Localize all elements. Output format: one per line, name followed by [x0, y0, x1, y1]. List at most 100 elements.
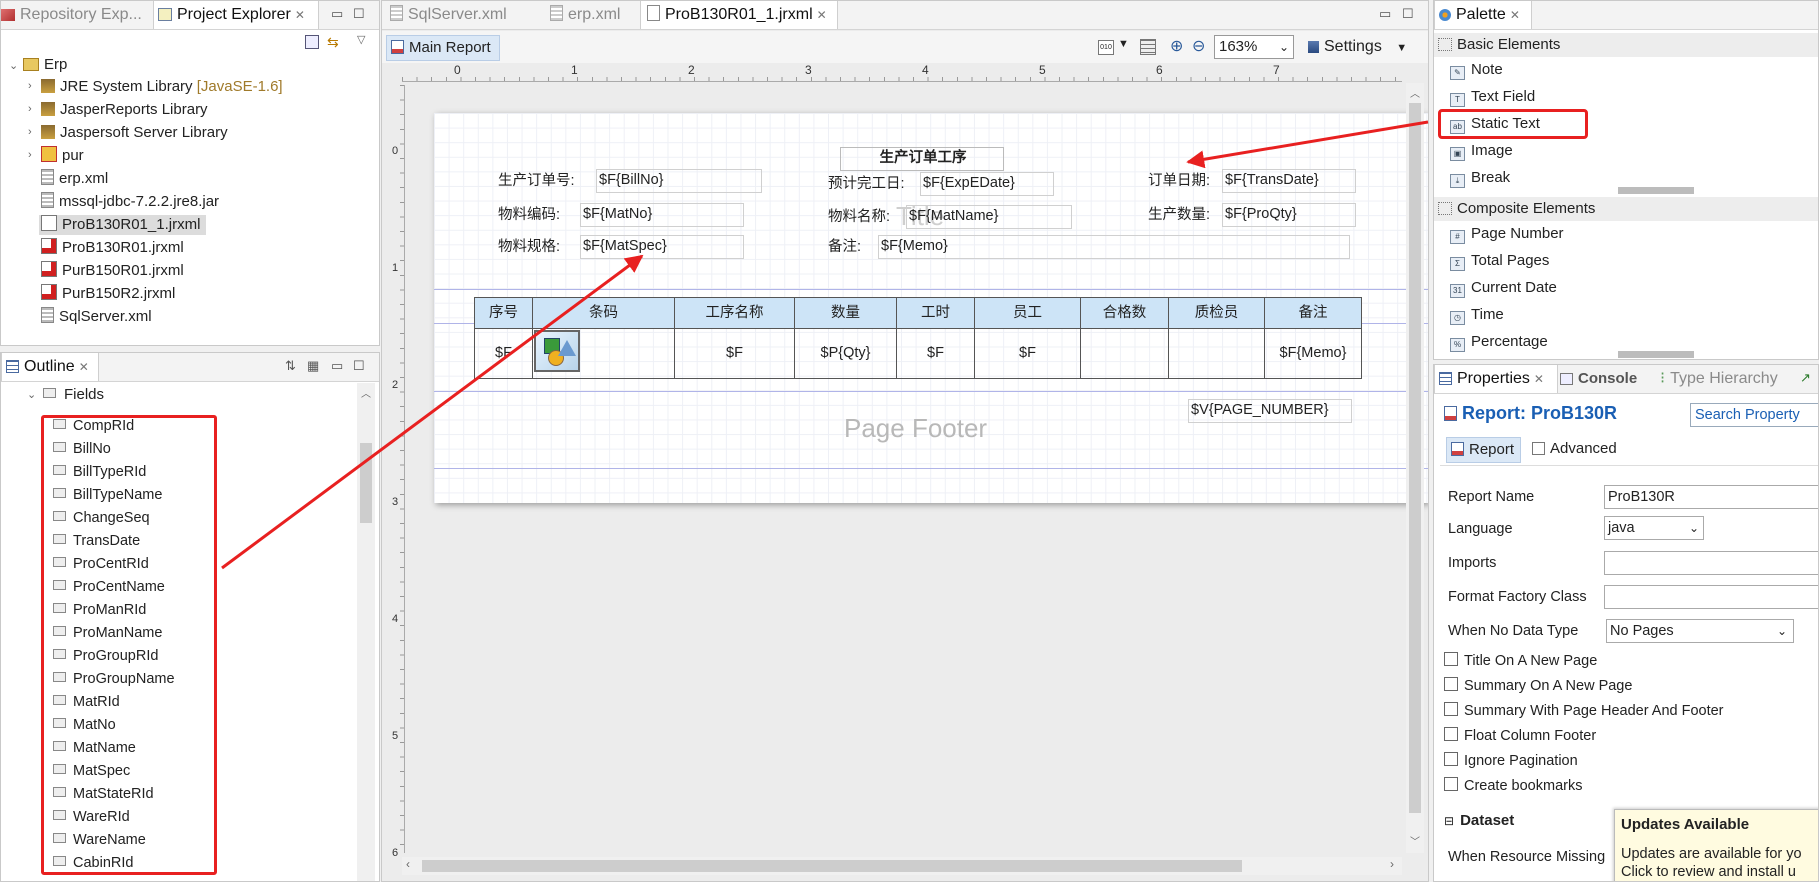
zoom-select[interactable]: 163% ⌄	[1214, 35, 1294, 59]
table-detail-cell[interactable]	[1169, 328, 1265, 378]
tab-type-hierarchy[interactable]: ⁝ Type Hierarchy	[1660, 365, 1800, 393]
tree-item-jasperreports-library[interactable]: JasperReports Library	[41, 100, 208, 120]
palette-item-image[interactable]: ▣ Image	[1450, 140, 1513, 162]
palette-item-percentage[interactable]: % Percentage	[1450, 331, 1548, 353]
checkbox-box[interactable]	[1444, 702, 1458, 716]
checkbox-box[interactable]	[1444, 652, 1458, 666]
table-detail-cell[interactable]: $F	[975, 328, 1081, 378]
tree-item-jaspersoft-server-library[interactable]: Jaspersoft Server Library	[41, 123, 228, 143]
tree-item-prob130r01-1[interactable]: ProB130R01_1.jrxml	[39, 215, 207, 235]
table-detail-cell[interactable]: $F	[475, 328, 533, 378]
report-title[interactable]: 生产订单工序	[840, 147, 1004, 171]
checkbox-summary-with-page-header-and-footer[interactable]: Summary With Page Header And Footer	[1444, 701, 1724, 721]
zoom-in-icon[interactable]: ⊕	[1170, 36, 1183, 56]
field-mat-name[interactable]: $F{MatName}	[906, 205, 1072, 229]
tree-item-purb150r01[interactable]: PurB150R01.jrxml	[41, 261, 184, 281]
tab-palette[interactable]: Palette ✕	[1434, 1, 1532, 29]
field-bill-no[interactable]: $F{BillNo}	[596, 169, 762, 193]
field-trans-date[interactable]: $F{TransDate}	[1222, 169, 1356, 193]
checkbox-box[interactable]	[1444, 777, 1458, 791]
scroll-thumb[interactable]	[422, 860, 1242, 872]
chevron-right-icon[interactable]: ›	[28, 126, 32, 138]
collapse-all-icon[interactable]	[305, 35, 319, 49]
field-page-number[interactable]: $V{PAGE_NUMBER}	[1188, 399, 1352, 423]
maximize-icon[interactable]: ☐	[353, 6, 365, 22]
tree-root-erp[interactable]: Erp	[23, 55, 67, 75]
tab-sqlserver-xml[interactable]: SqlServer.xml	[390, 1, 530, 29]
label-bill-no[interactable]: 生产订单号:	[498, 171, 575, 191]
main-report-tab[interactable]: Main Report	[386, 35, 500, 61]
palette-item-note[interactable]: ✎ Note	[1450, 59, 1503, 81]
settings-button[interactable]: Settings ▼	[1308, 35, 1407, 59]
detail-table[interactable]: 序号 条码 工序名称 数量 工时 员工 合格数 质检员 备注 $F $F $P{Qty} $F $F $F…	[474, 297, 1362, 379]
label-mat-no[interactable]: 物料编码:	[498, 205, 560, 225]
chevron-right-icon[interactable]: ›	[28, 149, 32, 161]
chevron-right-icon[interactable]: ›	[28, 103, 32, 115]
minimize-icon[interactable]: ▭	[331, 358, 343, 374]
imports-input[interactable]	[1604, 551, 1818, 575]
checkbox-box[interactable]	[1444, 727, 1458, 741]
tab-prob130r01-1[interactable]: ProB130R01_1.jrxml ✕	[640, 1, 838, 29]
palette-scroll-grip[interactable]	[1618, 351, 1694, 358]
tree-item-erp-xml[interactable]: erp.xml	[41, 169, 108, 189]
table-header-cell[interactable]: 员工	[975, 298, 1081, 328]
close-icon[interactable]: ✕	[1510, 8, 1520, 22]
scroll-down-icon[interactable]: ﹀	[1410, 833, 1420, 848]
close-icon[interactable]: ✕	[817, 8, 827, 22]
language-select[interactable]: java ⌄	[1604, 516, 1704, 540]
palette-item-text-field[interactable]: T Text Field	[1450, 86, 1535, 108]
layout-icon[interactable]	[1140, 39, 1156, 55]
palette-item-time[interactable]: ◷ Time	[1450, 304, 1504, 326]
close-icon[interactable]: ✕	[1534, 372, 1544, 386]
table-header-cell[interactable]: 数量	[795, 298, 897, 328]
tab-repository-explorer[interactable]: Repository Exp...	[1, 1, 151, 29]
scroll-right-icon[interactable]: ›	[1390, 857, 1394, 871]
maximize-icon[interactable]: ☐	[1402, 6, 1414, 22]
maximize-icon[interactable]: ☐	[353, 358, 365, 374]
tab-properties[interactable]: Properties ✕	[1434, 365, 1558, 393]
dropdown-arrow-icon[interactable]: ▼	[1118, 38, 1129, 50]
field-memo[interactable]: $F{Memo}	[878, 235, 1350, 259]
table-header-cell[interactable]: 序号	[475, 298, 533, 328]
minimize-icon[interactable]: ▭	[1379, 6, 1391, 22]
outline-scrollbar[interactable]: ︿	[357, 383, 375, 881]
label-exp-edate[interactable]: 预计完工日:	[828, 174, 905, 194]
label-pro-qty[interactable]: 生产数量:	[1148, 205, 1210, 225]
scroll-up-icon[interactable]: ︿	[361, 385, 371, 400]
scroll-thumb[interactable]	[1409, 103, 1421, 813]
search-property-input[interactable]: Search Property	[1690, 403, 1818, 427]
report-page[interactable]: 生产订单工序 Title 生产订单号: $F{BillNo} 预计完工日: $F…	[434, 113, 1428, 503]
checkbox-box[interactable]	[1444, 677, 1458, 691]
tab-console[interactable]: Console	[1560, 365, 1654, 393]
tab-outline[interactable]: Outline ✕	[1, 353, 99, 381]
tree-item-mssql-jar[interactable]: mssql-jdbc-7.2.2.jre8.jar	[41, 192, 219, 212]
tab-erp-xml[interactable]: erp.xml	[540, 1, 640, 29]
table-detail-cell[interactable]: $F	[897, 328, 975, 378]
checkbox-summary-on-a-new-page[interactable]: Summary On A New Page	[1444, 676, 1632, 696]
table-header-cell[interactable]: 备注	[1265, 298, 1361, 328]
label-mat-spec[interactable]: 物料规格:	[498, 237, 560, 257]
dataset-section-header[interactable]: ⊟ Dataset	[1444, 811, 1514, 831]
close-icon[interactable]: ✕	[79, 360, 89, 374]
subtab-report[interactable]: Report	[1446, 437, 1522, 463]
field-pro-qty[interactable]: $F{ProQty}	[1222, 203, 1356, 227]
close-icon[interactable]: ✕	[295, 8, 305, 22]
checkbox-ignore-pagination[interactable]: Ignore Pagination	[1444, 751, 1578, 771]
table-header-cell[interactable]: 工时	[897, 298, 975, 328]
tree-item-pur[interactable]: pur	[41, 146, 84, 166]
palette-item-total-pages[interactable]: Σ Total Pages	[1450, 250, 1549, 272]
chevron-down-icon[interactable]: ⌄	[9, 59, 18, 72]
table-header-cell[interactable]: 合格数	[1081, 298, 1169, 328]
tab-project-explorer[interactable]: Project Explorer ✕	[153, 1, 319, 29]
field-mat-spec[interactable]: $F{MatSpec}	[580, 235, 744, 259]
palette-item-current-date[interactable]: 31 Current Date	[1450, 277, 1557, 299]
report-name-input[interactable]: ProB130R	[1604, 485, 1818, 509]
when-no-data-select[interactable]: No Pages ⌄	[1606, 619, 1794, 643]
editor-horizontal-scrollbar[interactable]: ‹ ›	[402, 857, 1402, 875]
palette-item-page-number[interactable]: # Page Number	[1450, 223, 1564, 245]
tree-item-sqlserver-xml[interactable]: SqlServer.xml	[41, 307, 152, 327]
editor-vertical-scrollbar[interactable]: ︿ ﹀	[1406, 83, 1424, 853]
outline-fields-node[interactable]: Fields	[43, 385, 104, 405]
scroll-left-icon[interactable]: ‹	[406, 857, 410, 871]
table-detail-cell[interactable]: $F{Memo}	[1265, 328, 1361, 378]
